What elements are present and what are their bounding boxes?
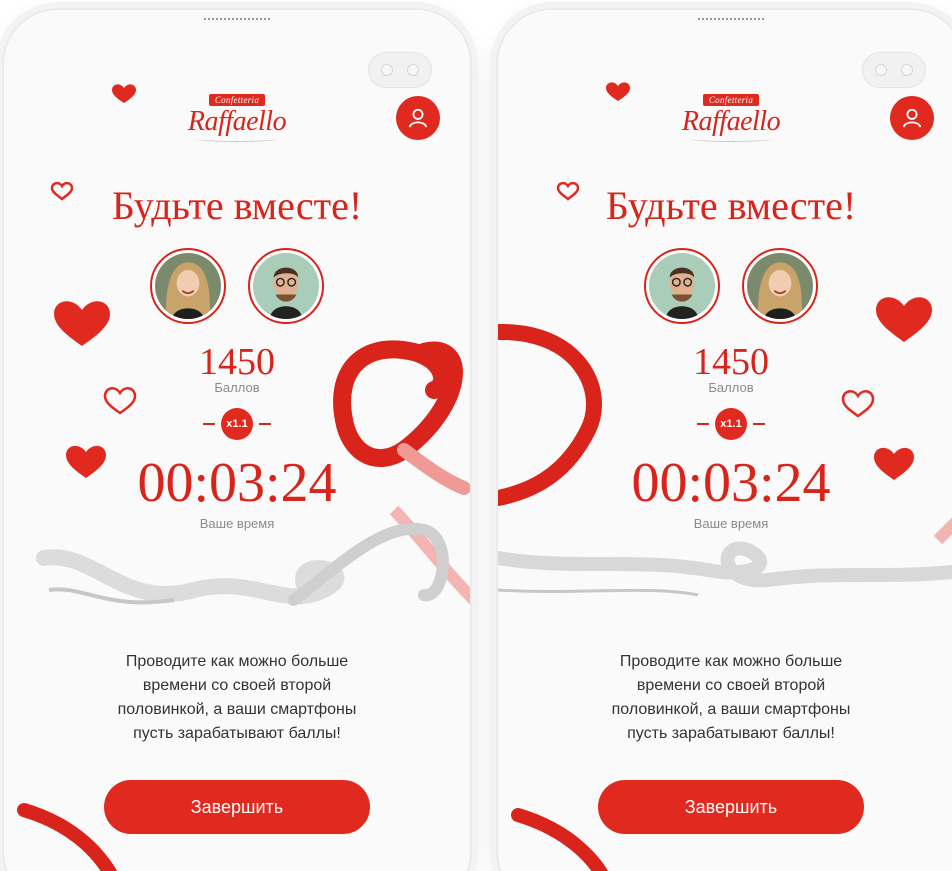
raffaello-logo: Confetteria Raffaello: [498, 90, 952, 142]
speaker-grille: [698, 18, 764, 21]
score-label: Баллов: [708, 380, 754, 395]
speaker-grille: [204, 18, 270, 21]
multiplier-row: x1.1: [498, 408, 952, 440]
divider: [697, 423, 709, 425]
man-avatar: [248, 248, 324, 324]
finish-button[interactable]: Завершить: [598, 780, 864, 834]
timer-value: 00:03:24: [631, 452, 831, 514]
score-value: 1450: [199, 341, 275, 383]
logo-title: Raffaello: [681, 106, 781, 137]
divider: [203, 423, 215, 425]
multiplier-badge: x1.1: [221, 408, 253, 440]
multiplier-row: x1.1: [4, 408, 470, 440]
divider: [259, 423, 271, 425]
woman-photo: [747, 253, 813, 319]
man-photo: [253, 253, 319, 319]
profile-button[interactable]: [890, 96, 934, 140]
woman-avatar: [742, 248, 818, 324]
phone-screen-left: Confetteria Raffaello Будьте вместе! 145…: [2, 8, 472, 871]
user-icon: [902, 108, 922, 128]
user-icon: [408, 108, 428, 128]
couple-avatars: [498, 248, 952, 324]
score-label: Баллов: [214, 380, 260, 395]
front-camera: [862, 52, 926, 88]
score-value: 1450: [693, 341, 769, 383]
front-camera: [368, 52, 432, 88]
divider: [753, 423, 765, 425]
woman-avatar: [150, 248, 226, 324]
timer-value: 00:03:24: [137, 452, 337, 514]
phone-screen-right: Confetteria Raffaello Будьте вместе! 145…: [496, 8, 952, 871]
profile-button[interactable]: [396, 96, 440, 140]
man-avatar: [644, 248, 720, 324]
timer-label: Ваше время: [199, 516, 275, 531]
multiplier-badge: x1.1: [715, 408, 747, 440]
description-text: Проводите как можно больше времени со св…: [611, 653, 851, 742]
timer-label: Ваше время: [693, 516, 769, 531]
couple-avatars: [4, 248, 470, 324]
man-photo: [649, 253, 715, 319]
page-title: Будьте вместе!: [605, 183, 857, 228]
woman-photo: [155, 253, 221, 319]
page-title: Будьте вместе!: [111, 183, 363, 228]
description-text: Проводите как можно больше времени со св…: [117, 653, 357, 742]
logo-subtitle: Confetteria: [208, 94, 266, 106]
logo-subtitle: Confetteria: [702, 94, 760, 106]
finish-button[interactable]: Завершить: [104, 780, 370, 834]
